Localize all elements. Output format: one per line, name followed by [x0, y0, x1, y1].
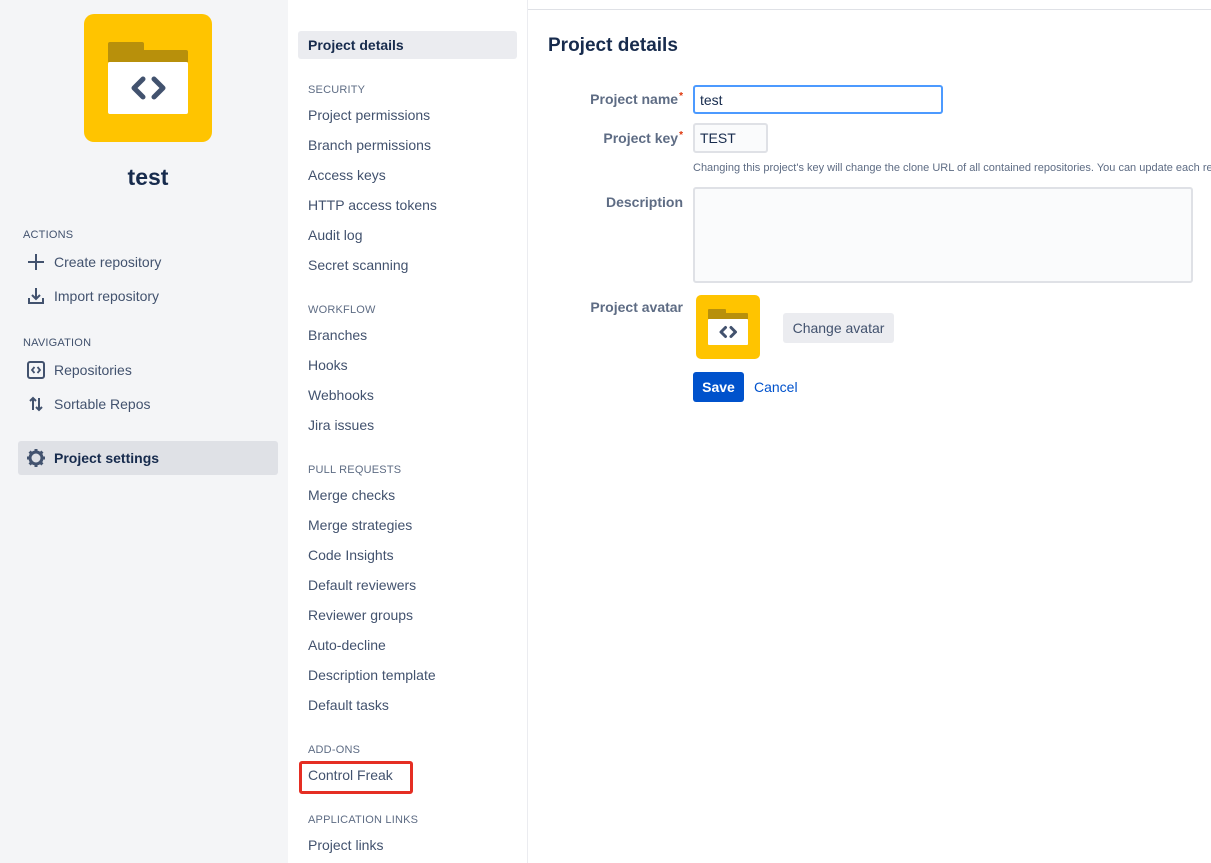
nav-default-reviewers[interactable]: Default reviewers — [298, 571, 517, 599]
page-title: Project details — [548, 35, 678, 56]
save-button[interactable]: Save — [693, 372, 744, 402]
project-key-help-text: Changing this project's key will change … — [693, 162, 1211, 174]
nav-access-keys[interactable]: Access keys — [298, 161, 517, 189]
cancel-link[interactable]: Cancel — [754, 379, 798, 395]
folder-code-icon — [708, 309, 748, 345]
gear-icon — [26, 448, 46, 468]
sortable-repos-label: Sortable Repos — [54, 396, 151, 412]
project-avatar-preview — [696, 295, 760, 359]
project-name-label-text: Project name — [590, 91, 679, 107]
nav-code-insights[interactable]: Code Insights — [298, 541, 517, 569]
create-repository-label: Create repository — [54, 254, 162, 270]
project-settings-label: Project settings — [54, 450, 160, 466]
nav-webhooks[interactable]: Webhooks — [298, 381, 517, 409]
project-name-input[interactable] — [693, 85, 943, 114]
sort-icon — [26, 394, 46, 414]
project-avatar[interactable] — [84, 14, 212, 142]
nav-branch-permissions[interactable]: Branch permissions — [298, 131, 517, 159]
description-label: Description — [605, 194, 683, 210]
nav-hooks[interactable]: Hooks — [298, 351, 517, 379]
project-key-input[interactable] — [693, 123, 768, 153]
project-avatar-label: Project avatar — [590, 299, 683, 315]
repositories-label: Repositories — [54, 362, 132, 378]
nav-project-permissions[interactable]: Project permissions — [298, 101, 517, 129]
plus-icon — [26, 252, 46, 272]
nav-project-details[interactable]: Project details — [298, 31, 517, 59]
nav-reviewer-groups[interactable]: Reviewer groups — [298, 601, 517, 629]
import-repository-link[interactable]: Import repository — [18, 279, 278, 313]
folder-code-icon — [108, 42, 188, 114]
project-sidebar: test ACTIONS Create repository Import re… — [0, 0, 288, 863]
nav-secret-scanning[interactable]: Secret scanning — [298, 251, 517, 279]
nav-control-freak[interactable]: Control Freak — [298, 761, 517, 789]
top-divider — [528, 9, 1211, 10]
application-links-heading: APPLICATION LINKS — [308, 814, 419, 826]
required-marker: * — [679, 130, 683, 141]
sortable-repos-link[interactable]: Sortable Repos — [18, 387, 278, 421]
change-avatar-button[interactable]: Change avatar — [783, 313, 894, 343]
pull-requests-heading: PULL REQUESTS — [308, 464, 402, 476]
project-name-label: Project name* — [533, 91, 683, 107]
required-marker: * — [679, 91, 683, 102]
nav-http-access-tokens[interactable]: HTTP access tokens — [298, 191, 517, 219]
nav-jira-issues[interactable]: Jira issues — [298, 411, 517, 439]
project-key-label: Project key* — [533, 130, 683, 146]
nav-merge-strategies[interactable]: Merge strategies — [298, 511, 517, 539]
nav-merge-checks[interactable]: Merge checks — [298, 481, 517, 509]
navigation-heading: NAVIGATION — [23, 337, 92, 349]
project-name: test — [127, 164, 169, 190]
nav-description-template[interactable]: Description template — [298, 661, 517, 689]
import-icon — [26, 286, 46, 306]
import-repository-label: Import repository — [54, 288, 160, 304]
nav-branches[interactable]: Branches — [298, 321, 517, 349]
workflow-heading: WORKFLOW — [308, 304, 376, 316]
project-key-label-text: Project key — [603, 130, 679, 146]
repositories-link[interactable]: Repositories — [18, 353, 278, 387]
nav-audit-log[interactable]: Audit log — [298, 221, 517, 249]
nav-default-tasks[interactable]: Default tasks — [298, 691, 517, 719]
nav-project-links[interactable]: Project links — [298, 831, 517, 859]
project-settings-link[interactable]: Project settings — [18, 441, 278, 475]
actions-heading: ACTIONS — [23, 229, 74, 241]
nav-auto-decline[interactable]: Auto-decline — [298, 631, 517, 659]
create-repository-link[interactable]: Create repository — [18, 245, 278, 279]
description-textarea[interactable] — [693, 187, 1193, 283]
addons-heading: ADD-ONS — [308, 744, 361, 756]
security-heading: SECURITY — [308, 84, 366, 96]
settings-nav: Project details SECURITY Project permiss… — [288, 0, 528, 863]
code-icon — [26, 360, 46, 380]
